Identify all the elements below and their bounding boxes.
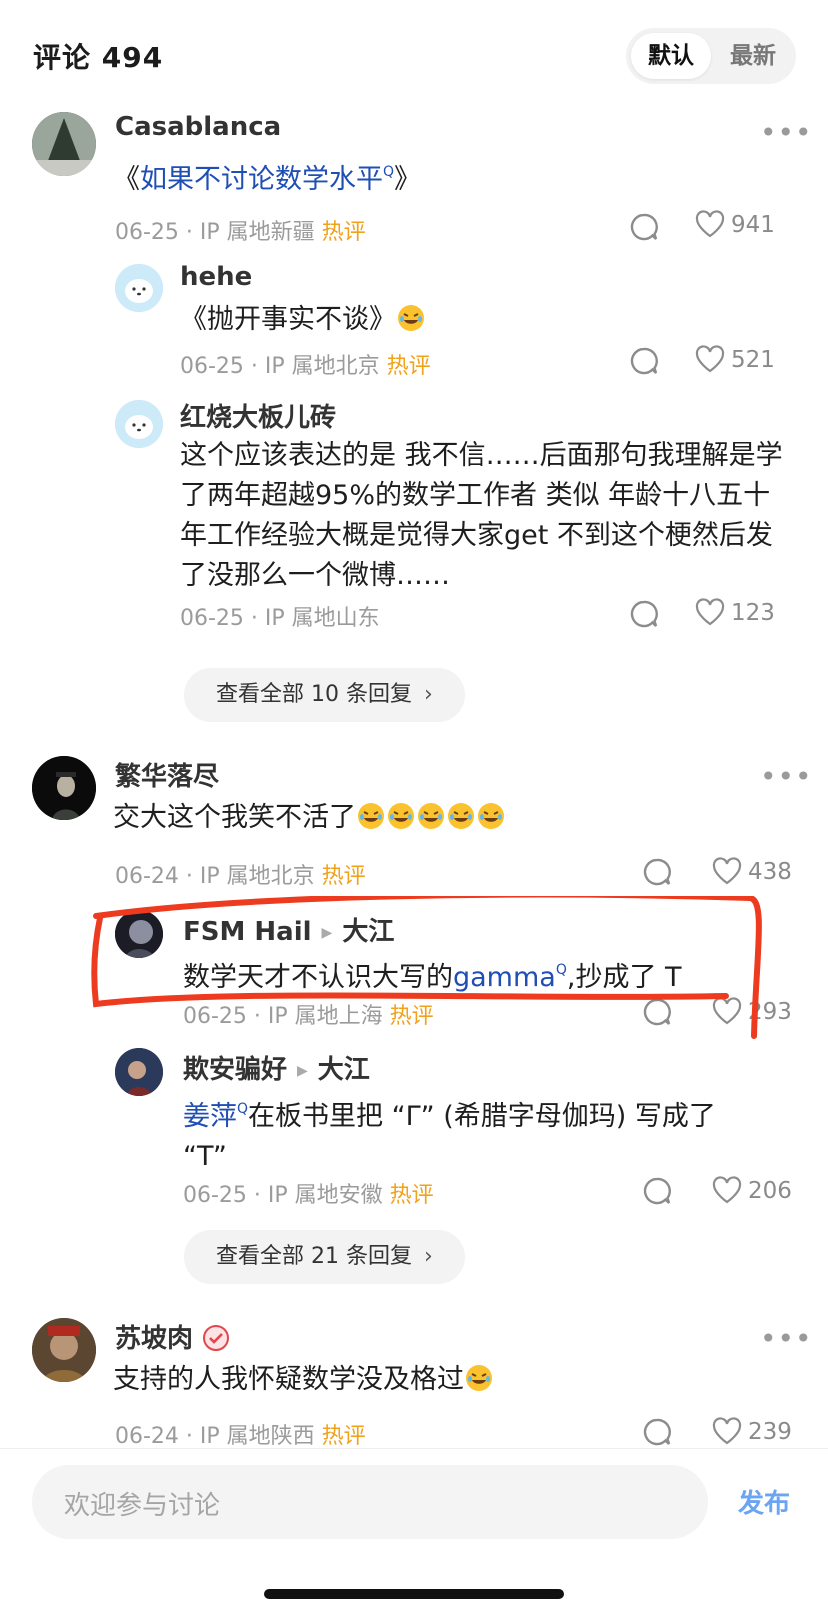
reply-to-user: 大江 <box>317 1055 370 1085</box>
view-all-replies-button[interactable]: 查看全部 21 条回复 › <box>184 1230 465 1284</box>
avatar[interactable] <box>115 910 163 958</box>
like-button[interactable]: 941 <box>695 210 775 238</box>
laugh-emoji-icon <box>398 305 424 331</box>
comment-text: 《如果不讨论数学水平Q》 <box>113 164 422 195</box>
search-link-icon: Q <box>555 962 567 978</box>
username[interactable]: Casablanca <box>115 112 281 142</box>
comment-meta: 06-25 · IP 属地新疆 热评 <box>115 220 366 245</box>
avatar[interactable] <box>32 1318 96 1382</box>
like-button[interactable]: 239 <box>712 1417 792 1445</box>
search-link-icon: Q <box>383 164 395 180</box>
avatar[interactable] <box>32 756 96 820</box>
sort-latest-tab[interactable]: 最新 <box>713 33 793 79</box>
heart-icon <box>712 857 742 885</box>
chevron-right-icon: › <box>423 1244 433 1269</box>
heart-icon <box>712 997 742 1025</box>
home-indicator[interactable] <box>264 1589 564 1599</box>
publish-button[interactable]: 发布 <box>738 1483 790 1520</box>
heart-icon <box>695 598 725 626</box>
reply-icon[interactable] <box>642 997 672 1027</box>
search-link-icon: Q <box>237 1101 249 1117</box>
comment-input[interactable]: 欢迎参与讨论 <box>32 1465 708 1539</box>
sort-default-tab[interactable]: 默认 <box>631 33 711 79</box>
more-icon[interactable]: ••• <box>760 1325 813 1353</box>
more-icon[interactable]: ••• <box>760 119 813 147</box>
reply-to-arrow-icon: ▶ <box>321 925 333 941</box>
reply-meta: 06-25 · IP 属地上海 热评 <box>183 1004 434 1029</box>
topic-link[interactable]: gamma <box>453 962 556 993</box>
like-button[interactable]: 206 <box>712 1176 792 1204</box>
reply-icon[interactable] <box>642 857 672 887</box>
heart-icon <box>695 210 725 238</box>
topic-link[interactable]: 如果不讨论数学水平 <box>140 164 383 195</box>
reply-text: 《抛开事实不谈》 <box>180 300 426 340</box>
hot-badge: 热评 <box>386 354 431 379</box>
hot-badge: 热评 <box>389 1004 434 1029</box>
hot-badge: 热评 <box>321 1424 366 1449</box>
chevron-right-icon: › <box>423 682 433 707</box>
comment-input-placeholder: 欢迎参与讨论 <box>64 1491 221 1521</box>
avatar[interactable] <box>115 1048 163 1096</box>
comment-meta: 06-24 · IP 属地陕西 热评 <box>115 1424 366 1449</box>
avatar[interactable] <box>115 400 163 448</box>
reply-to-arrow-icon: ▶ <box>297 1063 308 1079</box>
username[interactable]: 欺安骗好 ▶ 大江 <box>183 1049 370 1086</box>
reply-icon[interactable] <box>629 346 659 376</box>
reply-meta: 06-25 · IP 属地北京 热评 <box>180 354 431 379</box>
like-button[interactable]: 293 <box>712 997 792 1025</box>
reply-to-user: 大江 <box>342 917 395 947</box>
comments-header: 评论 494 默认 最新 <box>0 0 828 110</box>
reply-text: 这个应该表达的是 我不信……后面那句我理解是学了两年超越95%的数学工作者 类似… <box>180 440 783 591</box>
heart-icon <box>695 345 725 373</box>
comment-meta: 06-24 · IP 属地北京 热评 <box>115 864 366 889</box>
username[interactable]: FSM Hail ▶ 大江 <box>183 911 394 948</box>
reply-icon[interactable] <box>642 1176 672 1206</box>
comment-text: 支持的人我怀疑数学没及格过 <box>113 1360 494 1400</box>
reply-text: 数学天才不认识大写的gammaQ,抄成了 T <box>183 962 682 993</box>
username[interactable]: 繁华落尽 <box>115 756 219 793</box>
avatar[interactable] <box>115 264 163 312</box>
like-button[interactable]: 521 <box>695 345 775 373</box>
sort-toggle[interactable]: 默认 最新 <box>626 28 796 84</box>
comment-footer: 欢迎参与讨论 发布 <box>0 1448 828 1615</box>
username[interactable]: hehe <box>180 262 252 292</box>
comment-text: 交大这个我笑不活了 <box>113 798 506 838</box>
heart-icon <box>712 1417 742 1445</box>
reply-meta: 06-25 · IP 属地山东 <box>180 606 380 631</box>
hot-badge: 热评 <box>321 220 366 245</box>
reply-icon[interactable] <box>629 212 659 242</box>
topic-link[interactable]: 姜萍 <box>183 1101 237 1132</box>
username[interactable]: 苏坡肉 <box>115 1318 230 1355</box>
hot-badge: 热评 <box>321 864 366 889</box>
reply-text: 姜萍Q在板书里把 “Γ” (希腊字母伽玛) 写成了 “T” <box>183 1101 716 1172</box>
hot-badge: 热评 <box>389 1183 434 1208</box>
like-button[interactable]: 438 <box>712 857 792 885</box>
avatar[interactable] <box>32 112 96 176</box>
verified-badge-icon <box>203 1325 230 1351</box>
reply-icon[interactable] <box>629 599 659 629</box>
view-all-replies-button[interactable]: 查看全部 10 条回复 › <box>184 668 465 722</box>
comment-count-title: 评论 494 <box>33 41 164 74</box>
username[interactable]: 红烧大板儿砖 <box>180 397 336 434</box>
more-icon[interactable]: ••• <box>760 763 813 791</box>
reply-meta: 06-25 · IP 属地安徽 热评 <box>183 1183 434 1208</box>
heart-icon <box>712 1176 742 1204</box>
like-button[interactable]: 123 <box>695 598 775 626</box>
reply-icon[interactable] <box>642 1417 672 1447</box>
